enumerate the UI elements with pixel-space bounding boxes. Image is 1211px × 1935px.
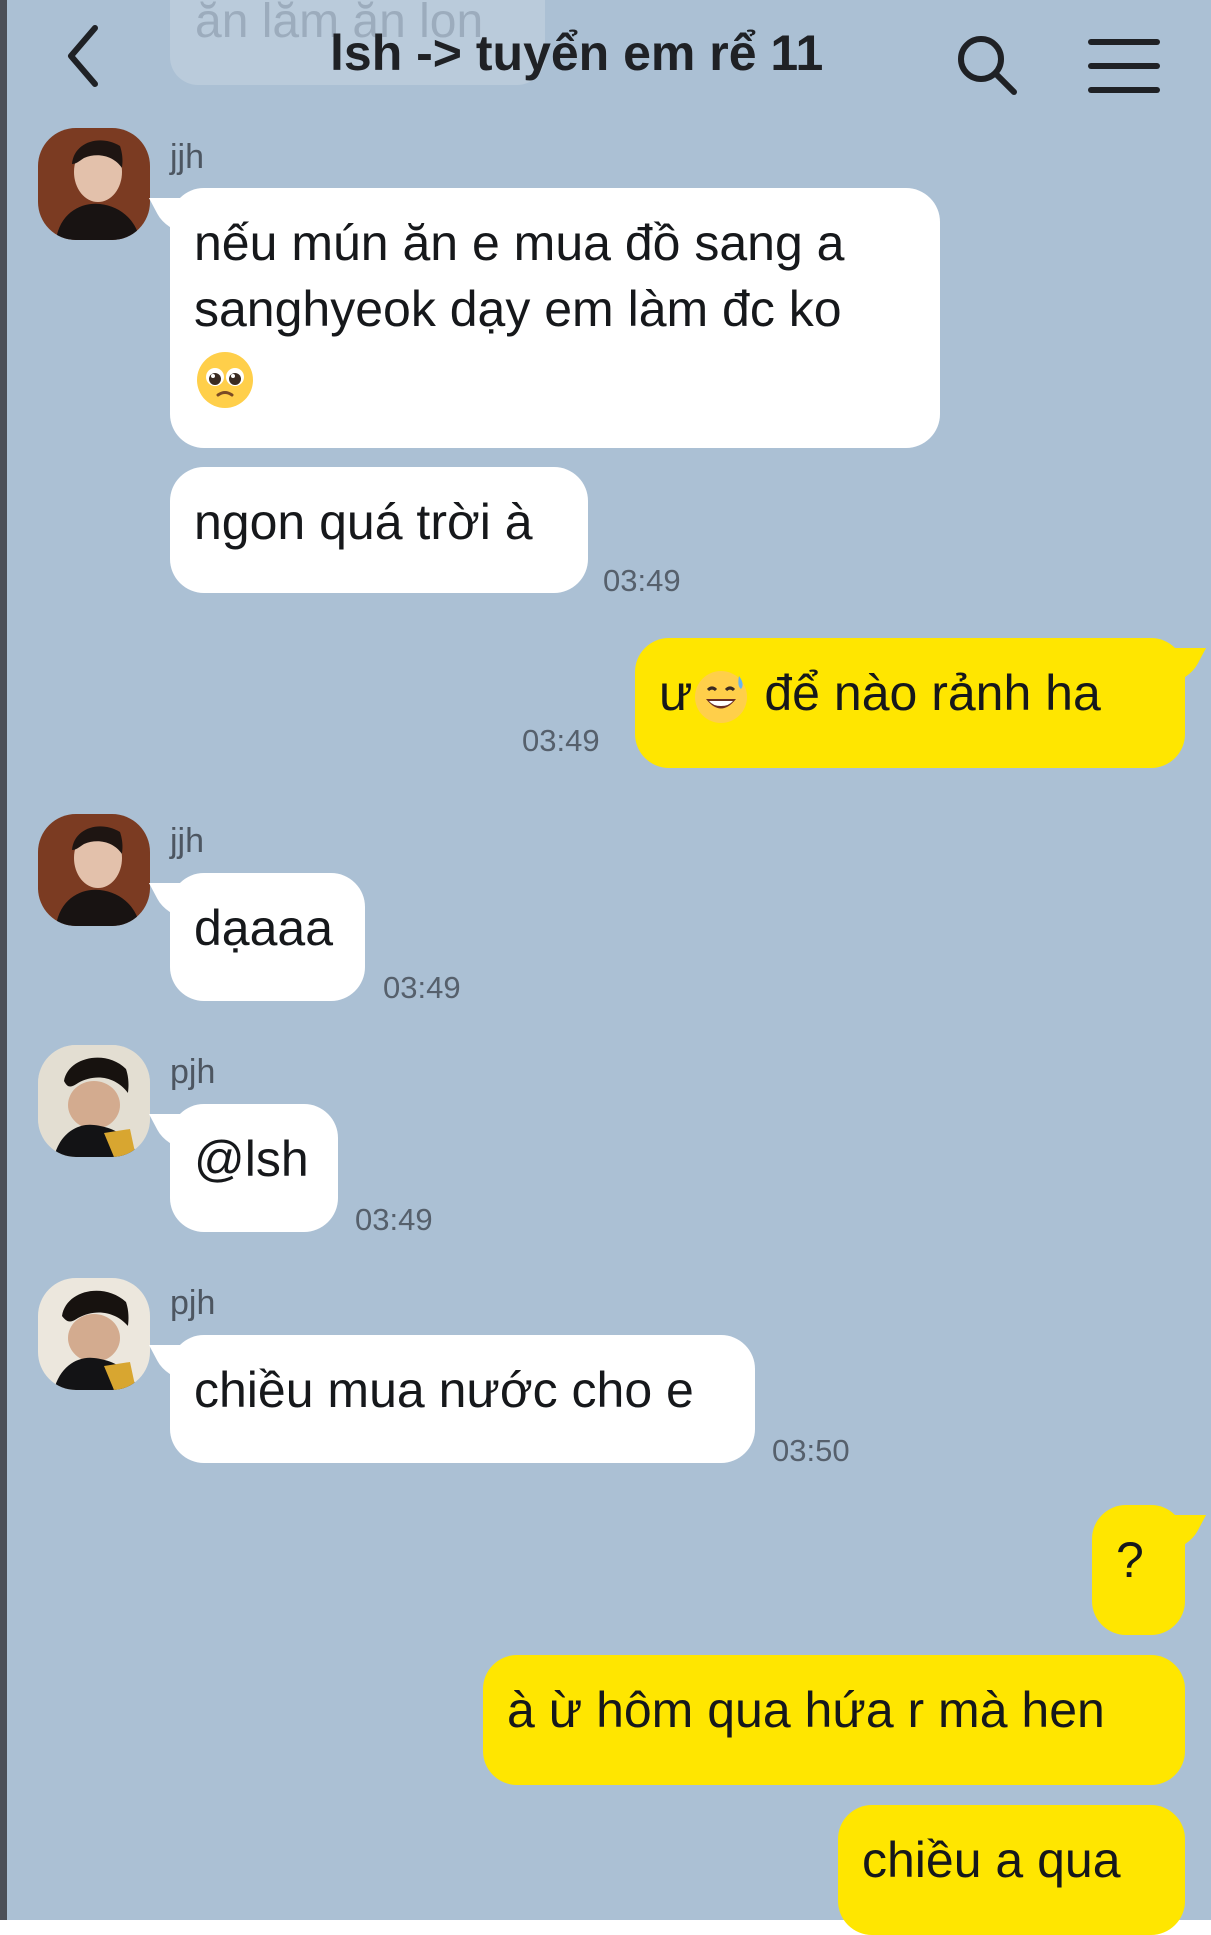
avatar-pjh[interactable]	[38, 1045, 150, 1157]
message-text-line-2: sanghyeok dạy em làm đc ko	[194, 281, 842, 337]
avatar-photo	[38, 1045, 150, 1157]
message-text-suffix: để nào rảnh ha	[750, 665, 1101, 721]
avatar-photo	[38, 1278, 150, 1390]
message-text: ngon quá trời à	[194, 494, 533, 550]
message-text-prefix: ư	[659, 665, 693, 721]
back-button[interactable]	[55, 20, 125, 95]
avatar-photo	[38, 814, 150, 926]
chat-header: lsh -> tuyển em rể 11	[0, 0, 1211, 115]
sender-name-jjh: jjh	[170, 822, 205, 860]
message-text: chiều a qua	[862, 1832, 1121, 1888]
message-bubble[interactable]: dạaaa	[170, 873, 365, 1001]
avatar-jjh[interactable]	[38, 814, 150, 926]
hamburger-menu-icon	[1088, 39, 1160, 93]
message-bubble[interactable]: nếu mún ăn e mua đồ sang a sanghyeok dạy…	[170, 188, 940, 448]
message-text: à ừ hôm qua hứa r mà hen	[507, 1682, 1105, 1738]
chat-title: lsh -> tuyển em rể 11	[330, 25, 824, 81]
sweat-smile-emoji	[695, 670, 748, 723]
search-icon	[958, 36, 1017, 95]
message-time: 03:49	[383, 970, 461, 1005]
my-message-bubble[interactable]: à ừ hôm qua hứa r mà hen	[483, 1655, 1185, 1785]
my-message-bubble[interactable]: chiều a qua	[838, 1805, 1185, 1935]
search-button[interactable]	[952, 30, 1024, 102]
message-time: 03:49	[603, 563, 681, 598]
message-bubble[interactable]: chiều mua nước cho e	[170, 1335, 755, 1463]
message-time: 03:49	[522, 723, 600, 758]
message-text: ?	[1116, 1532, 1144, 1588]
sender-name-jjh: jjh	[170, 138, 205, 176]
message-time: 03:49	[355, 1202, 433, 1237]
pleading-face-emoji	[197, 351, 253, 408]
message-text-line-1: nếu mún ăn e mua đồ sang a	[194, 215, 845, 271]
menu-button[interactable]	[1085, 34, 1163, 98]
message-bubble[interactable]: ngon quá trời à	[170, 467, 588, 593]
avatar-pjh[interactable]	[38, 1278, 150, 1390]
avatar-photo	[38, 128, 150, 240]
left-edge-strip	[0, 0, 7, 1920]
message-text: @lsh	[194, 1131, 309, 1187]
avatar-jjh[interactable]	[38, 128, 150, 240]
sender-name-pjh: pjh	[170, 1284, 216, 1322]
sender-name-pjh: pjh	[170, 1053, 216, 1091]
back-chevron-icon	[68, 25, 98, 87]
message-text: dạaaa	[194, 900, 334, 956]
my-message-bubble[interactable]: ?	[1092, 1505, 1185, 1635]
my-message-bubble[interactable]: ư để nào rảnh ha	[635, 638, 1185, 768]
message-bubble[interactable]: @lsh	[170, 1104, 338, 1232]
message-text: chiều mua nước cho e	[194, 1362, 694, 1418]
message-time: 03:50	[772, 1433, 850, 1468]
